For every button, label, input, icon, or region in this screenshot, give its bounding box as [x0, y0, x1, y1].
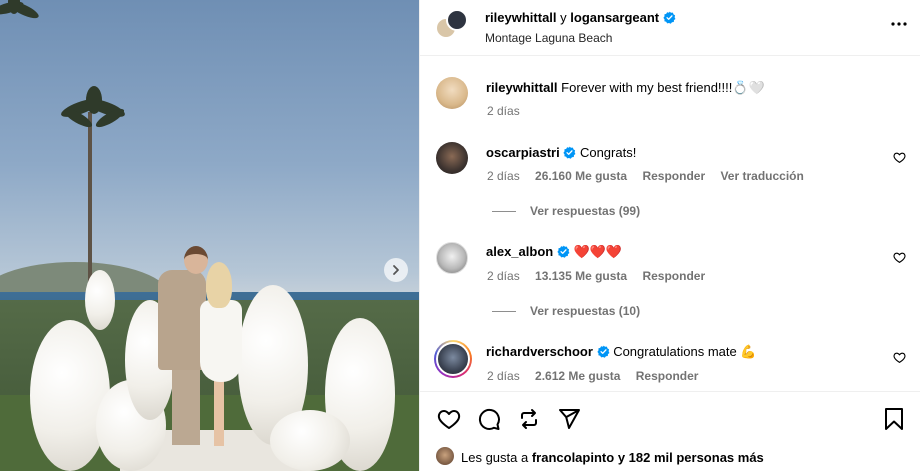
verified-badge-icon	[563, 146, 576, 159]
bride	[206, 262, 232, 308]
avatar[interactable]	[436, 142, 468, 174]
caption-username[interactable]: rileywhittall	[486, 80, 558, 95]
post-side-panel: rileywhittall y logansargeant Montage La…	[419, 0, 920, 471]
comment: alex_albon ❤️❤️❤️	[486, 244, 622, 260]
replies-dash	[492, 210, 516, 212]
caption: rileywhittall Forever with my best frien…	[486, 80, 765, 96]
comment-likes[interactable]: 13.135 Me gusta	[535, 269, 627, 283]
author-username-1[interactable]: rileywhittall	[485, 10, 557, 25]
heart-icon[interactable]	[893, 151, 906, 164]
likes-username[interactable]: francolapinto	[532, 450, 614, 465]
view-replies-label: Ver respuestas (99)	[530, 204, 641, 218]
post-photo[interactable]	[0, 0, 419, 471]
bride	[200, 300, 242, 382]
author-username-2[interactable]: logansargeant	[570, 10, 659, 25]
view-replies-label: Ver respuestas (10)	[530, 304, 641, 318]
reply-button[interactable]: Responder	[642, 269, 705, 283]
heart-icon[interactable]	[893, 251, 906, 264]
caption-text: Forever with my best friend!!!!	[561, 80, 733, 95]
post-header: rileywhittall y logansargeant Montage La…	[420, 0, 920, 56]
comment-likes[interactable]: 26.160 Me gusta	[535, 169, 627, 183]
reply-button[interactable]: Responder	[636, 369, 699, 383]
palm-trunk	[88, 112, 92, 292]
bride	[214, 378, 224, 446]
comment-time[interactable]: 2 días	[487, 369, 520, 383]
avatar[interactable]	[446, 9, 468, 31]
share-icon[interactable]	[557, 407, 581, 431]
avatar	[436, 342, 470, 376]
comment-text: ❤️❤️❤️	[573, 244, 623, 259]
flower-arrangement	[270, 410, 350, 471]
likes-prefix: Les gusta a	[461, 450, 529, 465]
groom	[172, 365, 200, 445]
caption-time[interactable]: 2 días	[487, 104, 520, 118]
comment: richardverschoor Congratulations mate 💪	[486, 344, 757, 360]
replies-dash	[492, 310, 516, 312]
comment-username[interactable]: alex_albon	[486, 244, 553, 259]
caption-meta: 2 días	[487, 104, 532, 118]
verified-badge-icon	[596, 345, 609, 358]
comment-username[interactable]: oscarpiastri	[486, 145, 560, 160]
story-ring[interactable]	[434, 340, 472, 378]
flower-arrangement	[30, 320, 110, 471]
likes-suffix[interactable]: y 182 mil personas más	[618, 450, 764, 465]
author-connector: y	[560, 10, 567, 25]
post-location[interactable]: Montage Laguna Beach	[485, 31, 612, 45]
translate-button[interactable]: Ver traducción	[720, 169, 803, 183]
chevron-right-icon	[393, 265, 399, 275]
view-replies-button[interactable]: Ver respuestas (10)	[492, 304, 640, 318]
palm-fronds	[61, 86, 125, 128]
comment: oscarpiastri Congrats!	[486, 145, 636, 160]
groom	[158, 270, 206, 370]
groom	[184, 246, 208, 274]
comments-list[interactable]: rileywhittall Forever with my best frien…	[420, 57, 920, 390]
comment-likes[interactable]: 2.612 Me gusta	[535, 369, 620, 383]
comment-time[interactable]: 2 días	[487, 269, 520, 283]
likes-summary[interactable]: Les gusta a francolapinto y 182 mil pers…	[461, 450, 764, 465]
bookmark-icon[interactable]	[883, 407, 905, 431]
verified-badge-icon	[557, 245, 570, 258]
comment-meta: 2 días 26.160 Me gusta Responder Ver tra…	[487, 169, 816, 183]
heart-icon[interactable]	[893, 351, 906, 364]
view-replies-button[interactable]: Ver respuestas (99)	[492, 204, 640, 218]
avatar[interactable]	[436, 447, 454, 465]
comment-meta: 2 días 13.135 Me gusta Responder	[487, 269, 717, 283]
avatar[interactable]	[436, 77, 468, 109]
verified-badge-icon	[663, 11, 676, 24]
caption-emoji: 💍🤍	[732, 80, 765, 95]
comment-text: Congrats!	[579, 145, 637, 160]
comment-icon[interactable]	[477, 407, 501, 431]
post-actions-bar: Les gusta a francolapinto y 182 mil pers…	[420, 391, 920, 471]
reply-button[interactable]: Responder	[642, 169, 705, 183]
avatar[interactable]	[436, 242, 468, 274]
comment-meta: 2 días 2.612 Me gusta Responder	[487, 369, 710, 383]
post-authors: rileywhittall y logansargeant	[485, 10, 676, 25]
carousel-next-button[interactable]	[384, 258, 408, 282]
palm-fronds	[0, 0, 39, 19]
comment-text: Congratulations mate 💪	[613, 344, 757, 359]
heart-icon[interactable]	[437, 407, 461, 431]
flower-arrangement	[85, 270, 115, 330]
repost-icon[interactable]	[517, 407, 541, 431]
comment-time[interactable]: 2 días	[487, 169, 520, 183]
comment-username[interactable]: richardverschoor	[486, 344, 593, 359]
more-horizontal-icon[interactable]	[890, 15, 908, 33]
